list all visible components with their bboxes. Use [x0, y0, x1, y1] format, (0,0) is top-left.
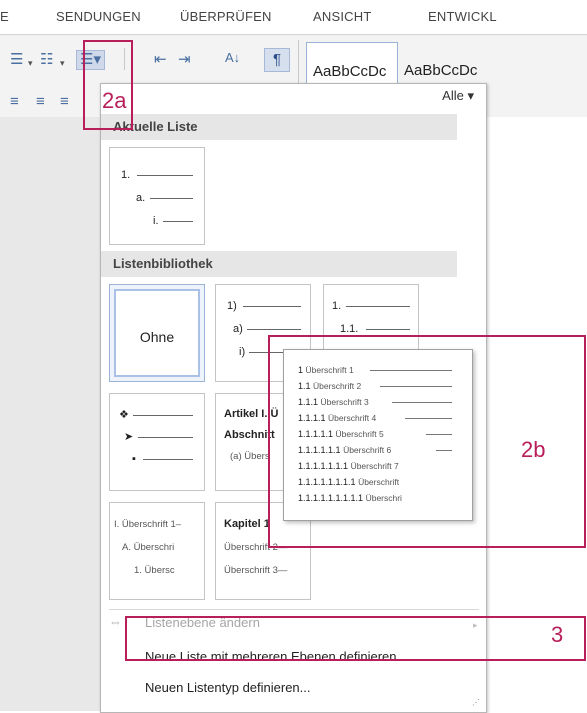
annotation-label-2b: 2b: [521, 437, 546, 462]
bullet-square-icon: ▪: [132, 453, 136, 465]
level-label: I. Überschrift 1–: [114, 519, 182, 530]
resize-grip-icon[interactable]: ⋰: [472, 698, 480, 707]
section-header-current-list: Aktuelle Liste: [101, 114, 457, 140]
ribbon-tab-bar: E SENDUNGEN ÜBERPRÜFEN ANSICHT ENTWICKL: [0, 0, 587, 35]
document-area-left: [0, 117, 100, 711]
tab-sendungen[interactable]: SENDUNGEN: [56, 9, 141, 24]
tab-ueberpruefen[interactable]: ÜBERPRÜFEN: [180, 9, 272, 24]
level-label: (a) Übers: [230, 451, 270, 462]
level-line: [346, 306, 410, 307]
level-line: [137, 175, 193, 176]
level-label: Kapitel 1: [224, 518, 270, 530]
increase-indent-icon[interactable]: ⇥: [178, 52, 191, 68]
list-style-none-label: Ohne: [139, 329, 175, 345]
level-3-label: i.: [153, 215, 159, 227]
annotation-frame-2a: [83, 40, 133, 130]
tab-partial[interactable]: E: [0, 9, 9, 24]
list-style-heading-roman[interactable]: I. Überschrift 1– A. Überschri 1. Übersc: [109, 502, 205, 600]
selected-frame: Ohne: [114, 289, 200, 377]
level-line: [247, 329, 301, 330]
annotation-label-3: 3: [551, 622, 564, 647]
current-list-card[interactable]: 1. a. i.: [109, 147, 205, 245]
sort-icon[interactable]: A↓: [225, 50, 240, 66]
bullet-diamond-icon: ❖: [119, 409, 129, 421]
menu-separator: [109, 609, 479, 610]
level-line: [366, 329, 410, 330]
level-label: Überschrift 3—: [224, 565, 288, 576]
level-label: 1.: [332, 300, 342, 312]
show-formatting-marks-button[interactable]: ¶: [264, 48, 290, 72]
numbered-list-icon[interactable]: ☷: [40, 52, 53, 68]
bullet-list-dropdown-icon[interactable]: ▾: [28, 55, 33, 71]
menu-define-list-style[interactable]: Neuen Listentyp definieren...: [145, 680, 311, 695]
filter-dropdown[interactable]: Alle ▾: [442, 88, 474, 104]
bullet-arrow-icon: ➤: [124, 431, 134, 443]
level-line: [133, 415, 193, 416]
level-label: a): [233, 323, 243, 335]
tab-entwicklertools[interactable]: ENTWICKL: [428, 9, 497, 24]
decrease-indent-icon[interactable]: ⇤: [154, 52, 167, 68]
align-right-icon[interactable]: ≡: [60, 94, 69, 110]
section-header-list-library: Listenbibliothek: [101, 251, 457, 277]
annotation-frame-3: [125, 616, 586, 661]
bullet-list-icon[interactable]: ☰: [10, 52, 23, 68]
level-line: [163, 221, 193, 222]
align-center-icon[interactable]: ≡: [36, 94, 45, 110]
change-level-icon: ⇔: [109, 614, 122, 629]
level-line: [143, 459, 193, 460]
level-line: [138, 437, 193, 438]
level-line: [150, 198, 193, 199]
list-style-bullets[interactable]: ❖ ➤ ▪: [109, 393, 205, 491]
align-left-icon[interactable]: ≡: [10, 94, 19, 110]
list-style-none[interactable]: Ohne: [109, 284, 205, 382]
level-1-label: 1.: [121, 169, 131, 181]
annotation-label-2a: 2a: [102, 88, 127, 113]
tab-ansicht[interactable]: ANSICHT: [313, 9, 371, 24]
numbered-list-dropdown-icon[interactable]: ▾: [60, 55, 65, 71]
level-label: 1. Übersc: [134, 565, 175, 576]
level-label: 1.1.: [340, 323, 359, 335]
level-label: A. Überschri: [122, 542, 175, 553]
level-label: 1): [227, 300, 237, 312]
level-line: [243, 306, 301, 307]
level-label: i): [239, 346, 246, 358]
level-2-label: a.: [136, 192, 146, 204]
